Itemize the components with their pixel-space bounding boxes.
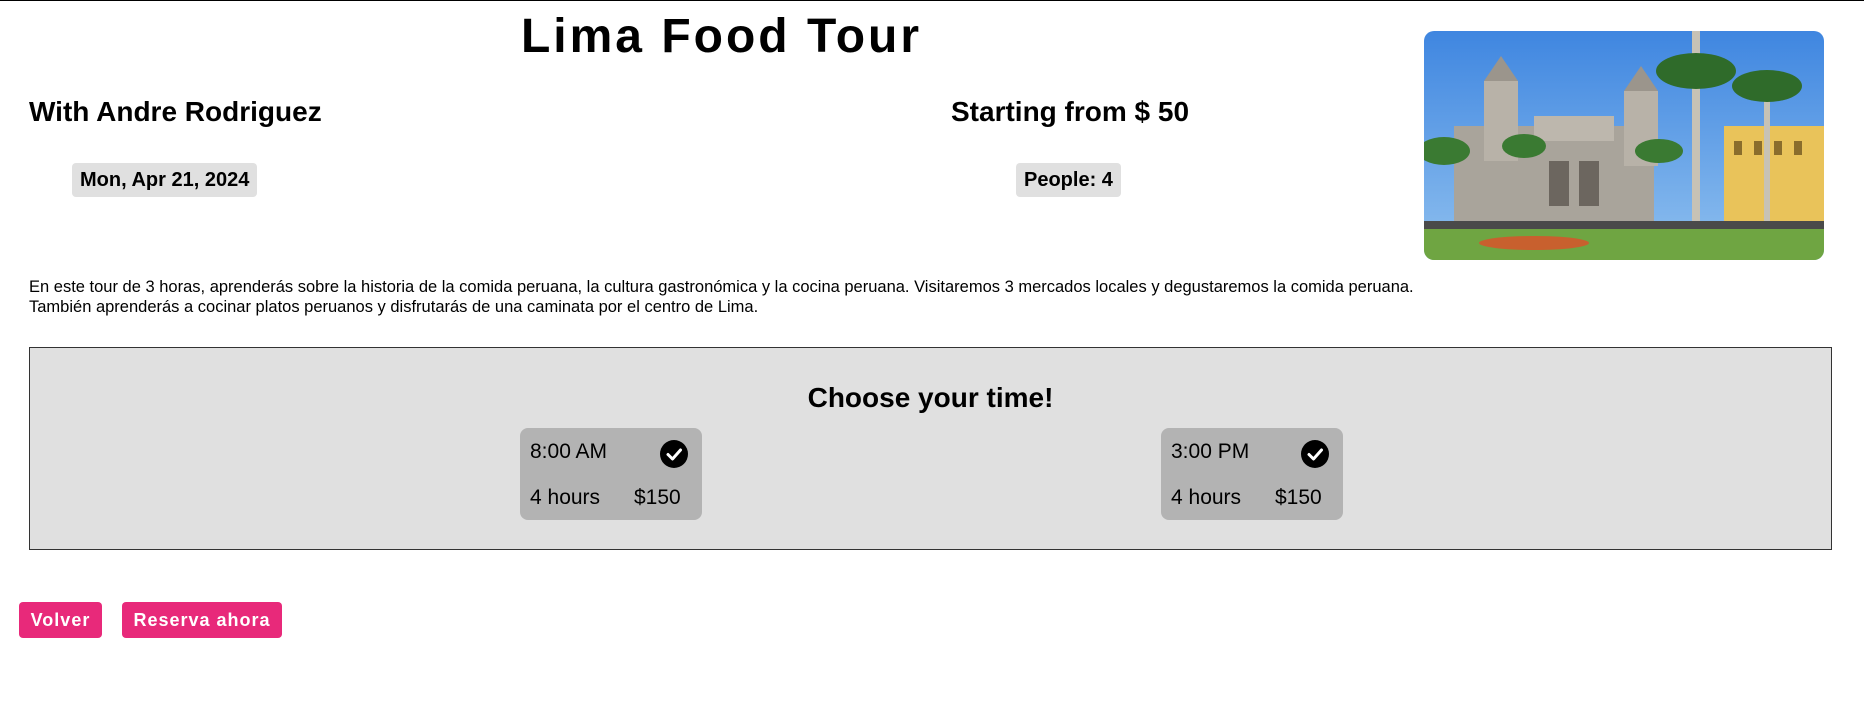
time-slot-card[interactable]: 8:00 AM 4 hours $150 (520, 428, 702, 520)
tour-photo (1424, 31, 1824, 260)
date-badge: Mon, Apr 21, 2024 (72, 163, 258, 197)
page-title: Lima Food Tour (520, 10, 923, 63)
check-circle-icon (1301, 440, 1329, 468)
slot-time: 3:00 PM (1171, 440, 1250, 463)
people-badge: People: 4 (1016, 163, 1121, 197)
slot-time: 8:00 AM (530, 440, 608, 463)
back-button[interactable]: Volver (19, 602, 102, 638)
time-slot-card[interactable]: 3:00 PM 4 hours $150 (1161, 428, 1343, 520)
slot-duration: 4 hours (530, 486, 601, 509)
time-selection-panel: Choose your time! 8:00 AM 4 hours $150 3… (29, 347, 1832, 550)
guide-name: With Andre Rodriguez (29, 96, 322, 127)
slot-price: $150 (1275, 486, 1322, 509)
book-now-button[interactable]: Reserva ahora (122, 602, 282, 638)
slot-duration: 4 hours (1171, 486, 1242, 509)
time-heading: Choose your time! (807, 382, 1054, 413)
slot-price: $150 (634, 486, 681, 509)
starting-price: Starting from $ 50 (951, 96, 1190, 127)
check-circle-icon (660, 440, 688, 468)
tour-description: En este tour de 3 horas, aprenderás sobr… (29, 278, 1414, 316)
top-divider (0, 0, 1864, 1)
